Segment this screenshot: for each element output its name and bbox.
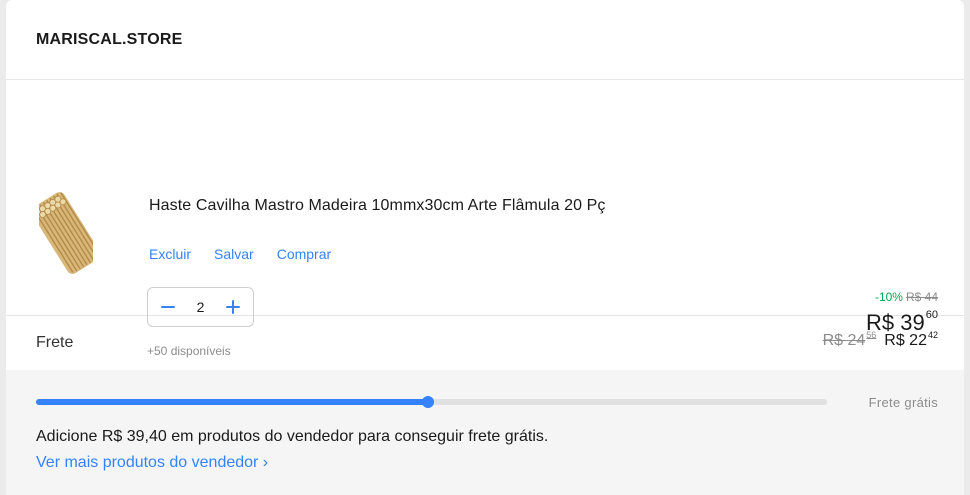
free-shipping-panel: Frete grátis Adicione R$ 39,40 em produt… [6, 370, 964, 495]
product-title[interactable]: Haste Cavilha Mastro Madeira 10mmx30cm A… [149, 197, 606, 215]
save-link[interactable]: Salvar [214, 246, 254, 262]
plus-icon[interactable] [223, 297, 243, 317]
shipping-new-cents: 42 [927, 330, 938, 340]
shipping-row: Frete R$ 2456 R$ 2242 [6, 316, 964, 370]
product-image[interactable] [39, 192, 93, 274]
shipping-old-whole: R$ 24 [822, 332, 866, 349]
discount-badge: -10% [874, 290, 903, 304]
shipping-original-price: R$ 2456 [822, 330, 877, 350]
free-shipping-progress-bar [36, 396, 827, 408]
shipping-label: Frete [36, 334, 74, 351]
shipping-prices: R$ 2456 R$ 2242 [822, 330, 938, 350]
original-price: R$ 44 [905, 290, 938, 304]
free-shipping-message: Adicione R$ 39,40 em produtos do vendedo… [36, 428, 549, 445]
seller-name[interactable]: MARISCAL.STORE [36, 31, 183, 49]
seller-header: MARISCAL.STORE [6, 0, 964, 80]
shipping-price: R$ 2242 [884, 330, 938, 350]
buy-link[interactable]: Comprar [277, 246, 331, 262]
cart-item: Haste Cavilha Mastro Madeira 10mmx30cm A… [6, 80, 964, 358]
quantity-value[interactable]: 2 [197, 299, 205, 315]
shipping-new-whole: R$ 22 [884, 332, 927, 349]
minus-icon[interactable] [158, 297, 178, 317]
free-shipping-label: Frete grátis [868, 395, 938, 410]
cart-seller-card: MARISCAL.STORE Haste Cavilha Mastro Made… [6, 0, 964, 495]
discount-line: -10% R$ 44 [875, 290, 938, 304]
progress-fill [36, 399, 429, 405]
progress-knob [422, 396, 435, 408]
delete-link[interactable]: Excluir [149, 246, 191, 262]
item-actions: Excluir Salvar Comprar [149, 246, 331, 262]
more-seller-products-link[interactable]: Ver mais produtos do vendedor › [36, 454, 268, 472]
shipping-old-cents: 56 [866, 330, 877, 340]
